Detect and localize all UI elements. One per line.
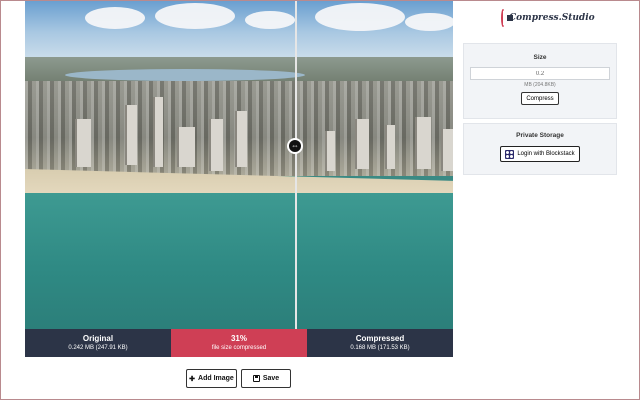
size-unit-text: MB (204.8KB) — [524, 82, 556, 88]
compare-divider[interactable] — [295, 1, 297, 329]
login-blockstack-button[interactable]: Login with Blockstack — [500, 146, 580, 162]
original-title: Original — [82, 333, 114, 343]
save-button[interactable]: Save — [241, 369, 291, 388]
size-heading: Size — [533, 54, 547, 61]
app-logo[interactable]: Compress.Studio — [501, 5, 595, 31]
compression-percent-stat: 31% file size compressed — [171, 329, 307, 357]
percent-title: 31% — [230, 333, 247, 343]
percent-detail: file size compressed — [211, 344, 267, 351]
compare-image — [25, 1, 453, 329]
size-input[interactable] — [470, 67, 610, 80]
save-label: Save — [262, 375, 280, 382]
private-storage-panel: Private Storage Login with Blockstack — [463, 123, 617, 175]
storage-heading: Private Storage — [516, 132, 564, 139]
compressed-size-stat: Compressed 0.168 MB (171.53 KB) — [307, 329, 453, 357]
save-icon — [252, 375, 260, 382]
logo-text: Compress.Studio — [509, 13, 595, 23]
compressed-detail: 0.168 MB (171.53 KB) — [350, 344, 410, 351]
compressed-title: Compressed — [355, 333, 405, 343]
image-compare-area[interactable]: ⇔ — [25, 1, 453, 329]
blockstack-icon — [505, 149, 515, 159]
plus-icon: ✚ — [189, 375, 196, 383]
stats-bar: Original 0.242 MB (247.91 KB) 31% file s… — [25, 329, 453, 357]
add-image-button[interactable]: ✚ Add Image — [186, 369, 237, 388]
original-detail: 0.242 MB (247.91 KB) — [68, 344, 128, 351]
compress-logo-icon — [501, 9, 513, 27]
compare-handle-icon[interactable]: ⇔ — [287, 138, 303, 154]
compress-button[interactable]: Compress — [521, 92, 559, 105]
login-label: Login with Blockstack — [517, 151, 575, 157]
add-image-label: Add Image — [198, 375, 234, 382]
original-size-stat: Original 0.242 MB (247.91 KB) — [25, 329, 171, 357]
size-panel: Size MB (204.8KB) Compress — [463, 43, 617, 119]
